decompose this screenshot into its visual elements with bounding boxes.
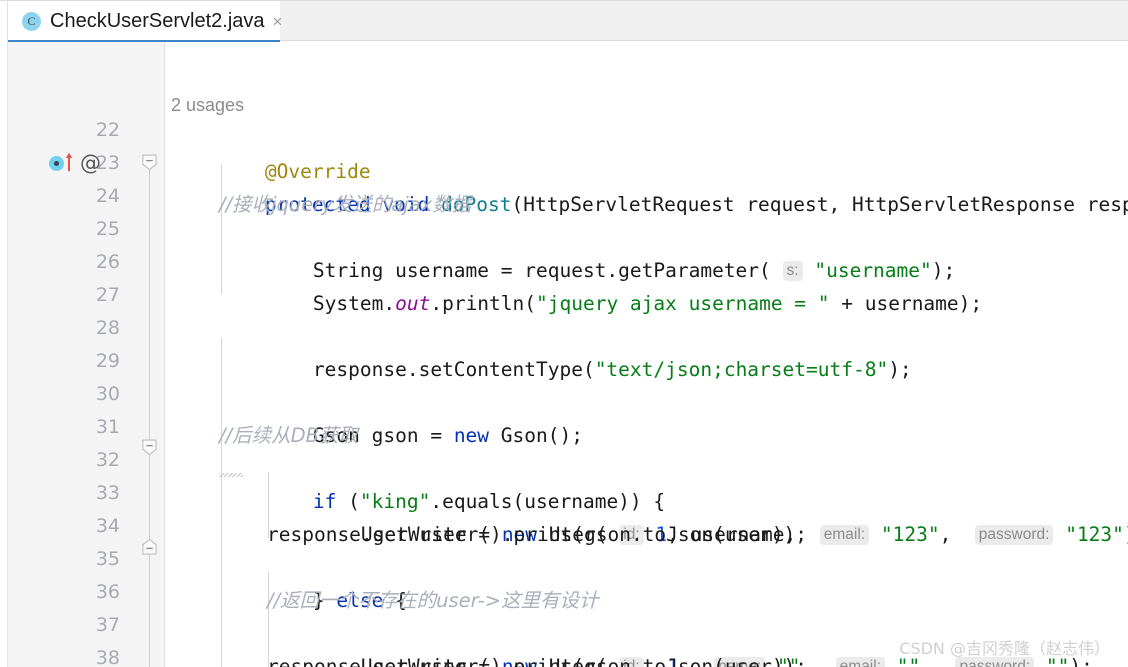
editor-window: C CheckUserServlet2.java × 22 23 24 25 2… bbox=[0, 0, 1128, 667]
code-line-32: if ("king".equals(username)) { bbox=[219, 452, 665, 513]
line-number: 28 bbox=[95, 317, 120, 339]
line28-prefix: response.setContentType( bbox=[312, 358, 595, 381]
method-params: (HttpServletRequest request, HttpServlet… bbox=[511, 193, 1128, 216]
line-number: 24 bbox=[95, 185, 120, 207]
string-jquery-ajax: "jquery ajax username = " bbox=[536, 292, 830, 315]
string-content-type: "text/json;charset=utf-8" bbox=[594, 358, 889, 381]
code-line-30: Gson gson = new Gson(); bbox=[219, 386, 583, 447]
fold-marker-line-32[interactable] bbox=[142, 439, 157, 456]
fold-rail-line bbox=[149, 164, 150, 667]
line-number: 35 bbox=[95, 548, 120, 570]
line26-prefix: System. bbox=[312, 292, 396, 315]
string-email: "123" bbox=[880, 523, 940, 546]
inlay-param-hint-email[interactable]: email: bbox=[819, 525, 870, 545]
line-number: 27 bbox=[95, 284, 120, 306]
code-text-area[interactable]: 2 usages @Override protected void doPost… bbox=[166, 42, 1128, 667]
line-number: 22 bbox=[95, 119, 120, 141]
line-number: 37 bbox=[95, 614, 120, 636]
keyword-new: new bbox=[453, 424, 490, 447]
override-arrow-icon[interactable] bbox=[64, 152, 74, 172]
annotation-at-icon[interactable]: @ bbox=[80, 153, 101, 174]
line-number: 29 bbox=[95, 350, 120, 372]
line33-comma: , bbox=[939, 523, 952, 546]
code-line-25: String username = request.getParameter( … bbox=[219, 221, 955, 282]
java-class-icon-letter: C bbox=[27, 14, 36, 28]
fold-marker-line-23[interactable] bbox=[142, 154, 157, 171]
editor-gutter[interactable]: 22 23 24 25 26 27 28 29 30 31 32 33 34 3… bbox=[8, 42, 165, 667]
code-line-34: response.getWriter().print(gson.toJson(u… bbox=[267, 523, 808, 546]
code-line-38: response.getWriter().print(gson.toJson(u… bbox=[267, 655, 808, 667]
code-comment-31: //后续从DB获取 bbox=[219, 424, 359, 447]
inlay-param-hint-password[interactable]: password: bbox=[974, 525, 1054, 545]
code-line-28: response.setContentType("text/json;chars… bbox=[219, 320, 912, 381]
implementing-method-icon[interactable] bbox=[49, 156, 64, 171]
inlay-hint-usages[interactable]: 2 usages bbox=[171, 89, 244, 122]
close-icon[interactable]: × bbox=[273, 13, 283, 30]
code-line-23: protected void doPost(HttpServletRequest… bbox=[171, 155, 1128, 216]
csdn-watermark: CSDN @吉冈秀隆（赵志伟） bbox=[899, 639, 1110, 658]
line-number: 36 bbox=[95, 581, 120, 603]
line-number: 33 bbox=[95, 482, 120, 504]
line-number: 38 bbox=[95, 647, 120, 667]
inlay-param-hint-email[interactable]: email: bbox=[835, 657, 886, 667]
line-number: 31 bbox=[95, 416, 120, 438]
line33-suffix: ); bbox=[1124, 523, 1128, 546]
code-line-26: System.out.println("jquery ajax username… bbox=[219, 254, 982, 315]
line26-suffix: + username); bbox=[829, 292, 983, 315]
line30-suffix: Gson(); bbox=[489, 424, 583, 447]
editor-tab-checkuserservlet2[interactable]: C CheckUserServlet2.java × bbox=[8, 1, 283, 42]
static-field-out: out bbox=[395, 292, 431, 315]
fold-marker-line-35[interactable] bbox=[142, 538, 157, 555]
inspection-wavy-underline bbox=[219, 473, 243, 477]
line-number: 26 bbox=[95, 251, 120, 273]
code-line-35: } else { bbox=[219, 551, 407, 612]
line-number: 34 bbox=[95, 515, 120, 537]
code-comment-36: //返回一个不存在的user->这里有设计 bbox=[267, 589, 599, 612]
line28-suffix: ); bbox=[888, 358, 912, 381]
tabbar-left-strip bbox=[0, 1, 8, 42]
code-line-33: User user = new User( id: 1, username, e… bbox=[267, 485, 1128, 546]
code-comment-24: //接收jquery发送的ajax数据 bbox=[219, 193, 472, 216]
code-line-annotation: @Override bbox=[171, 122, 371, 183]
editor-area: 22 23 24 25 26 27 28 29 30 31 32 33 34 3… bbox=[0, 42, 1128, 667]
editor-tabbar: C CheckUserServlet2.java × bbox=[0, 0, 1128, 43]
java-class-icon: C bbox=[22, 12, 41, 31]
editor-tab-label: CheckUserServlet2.java bbox=[50, 10, 265, 32]
string-password: "123" bbox=[1065, 523, 1124, 546]
line-number: 32 bbox=[95, 449, 120, 471]
line-number: 25 bbox=[95, 218, 120, 240]
line26-mid: .println( bbox=[430, 292, 537, 315]
line-number: 30 bbox=[95, 383, 120, 405]
